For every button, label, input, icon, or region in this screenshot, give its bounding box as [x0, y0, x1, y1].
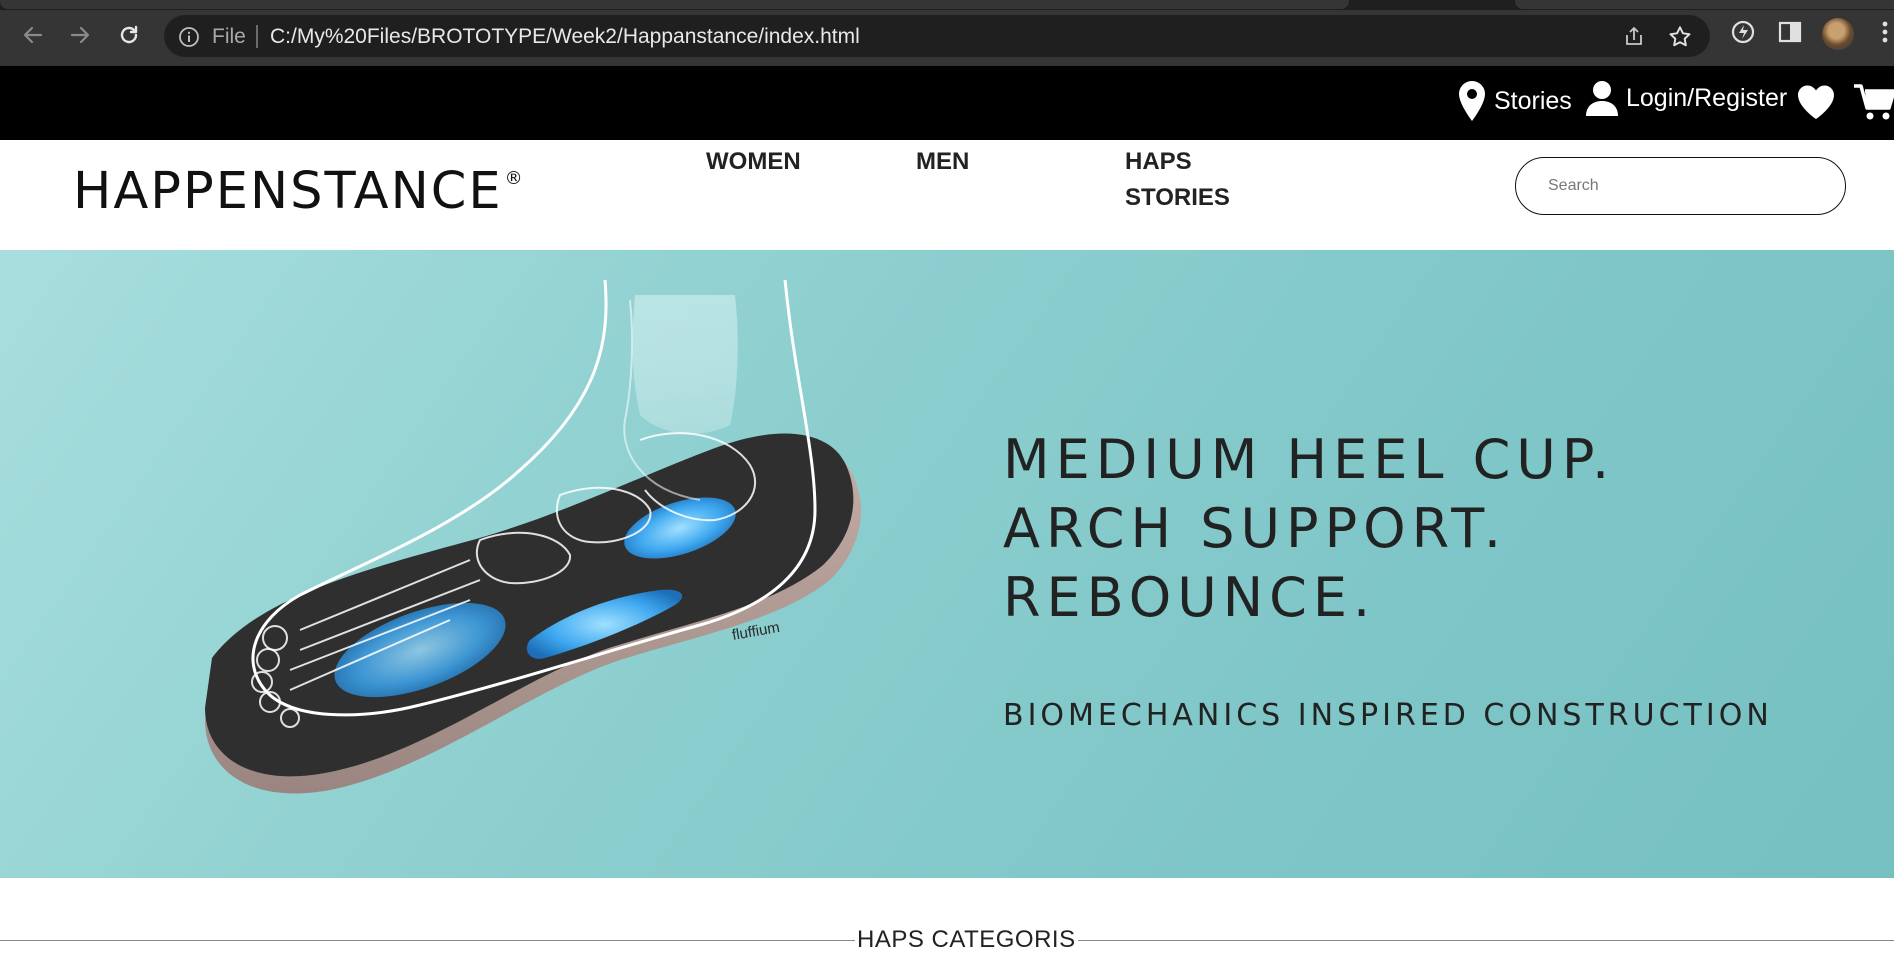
- info-icon[interactable]: [178, 26, 200, 53]
- side-panel-icon[interactable]: [1776, 18, 1804, 51]
- stories-label: Stories: [1494, 86, 1572, 115]
- heart-icon[interactable]: [1796, 84, 1836, 120]
- extensions-icon[interactable]: [1729, 18, 1757, 51]
- nav-haps-stories-line2: STORIES: [1125, 184, 1230, 211]
- categories-section-heading: HAPS CATEGORIS: [0, 926, 1894, 958]
- profile-avatar[interactable]: [1822, 18, 1854, 50]
- site-header: HAPPENSTANCE ® WOMEN MEN HAPS STORIES: [0, 140, 1894, 250]
- menu-icon[interactable]: [1880, 18, 1890, 51]
- search-input[interactable]: [1515, 157, 1846, 215]
- site-topbar: Stories Login/Register: [0, 66, 1894, 140]
- address-bar[interactable]: File C:/My%20Files/BROTOTYPE/Week2/Happa…: [164, 15, 1710, 57]
- nav-haps-stories[interactable]: HAPS STORIES: [1125, 144, 1230, 216]
- scheme-label: File: [212, 25, 246, 48]
- reload-icon[interactable]: [112, 18, 146, 52]
- stories-link[interactable]: Stories: [1458, 80, 1572, 122]
- scheme-separator: [256, 25, 258, 48]
- star-icon[interactable]: [1667, 24, 1693, 55]
- registered-mark: ®: [504, 168, 525, 189]
- share-icon[interactable]: [1622, 25, 1646, 54]
- browser-toolbar: File C:/My%20Files/BROTOTYPE/Week2/Happa…: [0, 0, 1894, 66]
- hero-banner[interactable]: fluffium MEDIUM HEEL CUP. ARCH SUPPORT. …: [0, 250, 1894, 878]
- hero-subtitle: BIOMECHANICS INSPIRED CONSTRUCTION: [1003, 698, 1773, 733]
- login-register-label: Login/Register: [1626, 83, 1788, 112]
- section-title: HAPS CATEGORIS: [855, 926, 1078, 954]
- brand-logo[interactable]: HAPPENSTANCE ®: [73, 162, 525, 221]
- tab-strip: [0, 0, 1894, 10]
- nav-haps-stories-line1: HAPS: [1125, 148, 1192, 175]
- hero-line-3: REBOUNCE.: [1003, 566, 1377, 629]
- hero-headline: MEDIUM HEEL CUP. ARCH SUPPORT. REBOUNCE.: [1003, 425, 1615, 632]
- hero-line-2: ARCH SUPPORT.: [1003, 497, 1508, 560]
- logo-text: HAPPENSTANCE: [73, 162, 503, 221]
- inactive-tab[interactable]: [1515, 0, 1894, 9]
- leg-bone-shape: [632, 295, 738, 434]
- user-icon: [1586, 81, 1618, 116]
- hero-line-1: MEDIUM HEEL CUP.: [1003, 428, 1616, 491]
- login-register-link[interactable]: Login/Register: [1585, 80, 1787, 116]
- cart-icon[interactable]: [1853, 83, 1894, 121]
- nav-men[interactable]: MEN: [916, 144, 969, 180]
- forward-arrow-icon[interactable]: [63, 18, 97, 52]
- insole-shape: [205, 433, 862, 794]
- location-pin-icon: [1459, 81, 1485, 121]
- active-tab[interactable]: [0, 0, 1349, 9]
- back-arrow-icon[interactable]: [16, 18, 50, 52]
- nav-women[interactable]: WOMEN: [706, 144, 801, 180]
- url-text[interactable]: C:/My%20Files/BROTOTYPE/Week2/Happanstan…: [270, 25, 860, 49]
